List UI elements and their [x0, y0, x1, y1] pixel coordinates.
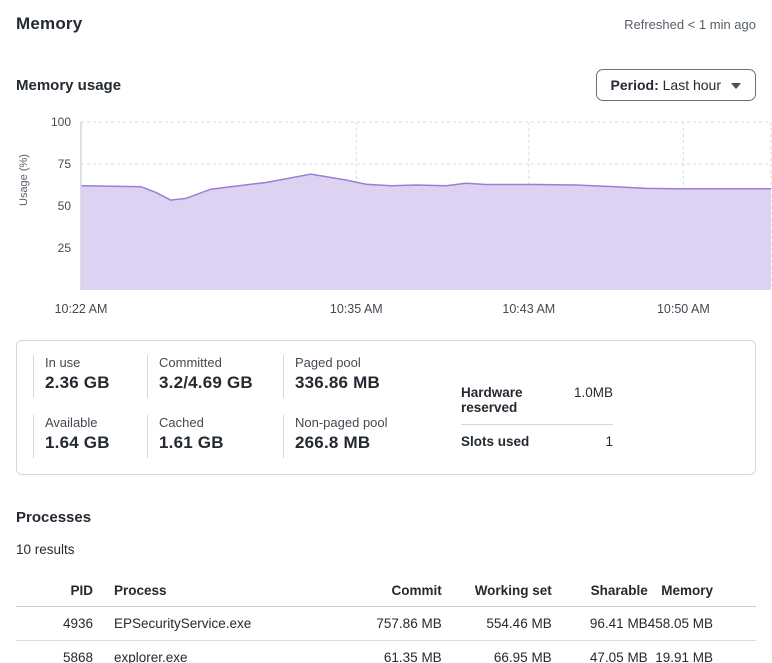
cell-working-set: 554.46 MB [442, 607, 552, 641]
x-tick-label: 10:50 AM [657, 302, 710, 316]
stat-value: 1.61 GB [159, 433, 283, 453]
results-count: 10 results [16, 542, 756, 557]
column-header-process[interactable]: Process [93, 575, 312, 607]
column-header-sharable[interactable]: Sharable [552, 575, 648, 607]
period-dropdown-text: Period: Last hour [611, 77, 722, 93]
chevron-down-icon [731, 83, 741, 89]
column-header-pid[interactable]: PID [16, 575, 93, 607]
stat-label: Cached [159, 415, 283, 430]
hw-row-value: 1 [605, 434, 613, 449]
memory-usage-chart: Usage (%) 255075100 10:22 AM10:35 AM10:4… [16, 122, 756, 322]
memory-page: Memory Refreshed < 1 min ago Memory usag… [0, 0, 772, 663]
period-label: Period: [611, 77, 659, 93]
table-row[interactable]: 4936 EPSecurityService.exe 757.86 MB 554… [16, 607, 756, 641]
column-header-commit[interactable]: Commit [312, 575, 442, 607]
stat-label: Non-paged pool [295, 415, 443, 430]
y-tick-label: 75 [31, 157, 71, 171]
usage-chart-svg [81, 122, 771, 290]
memory-usage-title: Memory usage [16, 77, 121, 94]
processes-title: Processes [16, 509, 756, 526]
cell-process: explorer.exe [93, 641, 312, 663]
y-axis-title: Usage (%) [18, 154, 30, 206]
cell-sharable: 96.41 MB [552, 607, 648, 641]
stat-value: 3.2/4.69 GB [159, 373, 283, 393]
cell-pid: 5868 [16, 641, 93, 663]
cell-working-set: 66.95 MB [442, 641, 552, 663]
stat-non-paged-pool: Non-paged pool 266.8 MB [283, 415, 443, 458]
hw-row-value: 1.0MB [574, 385, 613, 415]
hardware-reserved-table: Hardware reserved 1.0MB Slots used 1 [461, 379, 613, 458]
stat-label: Committed [159, 355, 283, 370]
hw-row-label: Hardware reserved [461, 385, 574, 415]
cell-memory: 19.91 MB [648, 641, 756, 663]
stat-label: Paged pool [295, 355, 443, 370]
y-tick-label: 100 [31, 115, 71, 129]
stat-value: 336.86 MB [295, 373, 443, 393]
page-title: Memory [16, 14, 82, 34]
stat-label: Available [45, 415, 147, 430]
memory-stats-panel: In use 2.36 GB Committed 3.2/4.69 GB Pag… [16, 340, 756, 475]
stat-cached: Cached 1.61 GB [147, 415, 283, 458]
x-tick-label: 10:35 AM [330, 302, 383, 316]
table-header-row: PID Process Commit Working set Sharable … [16, 575, 756, 607]
x-tick-label: 10:22 AM [55, 302, 108, 316]
memory-usage-section-header: Memory usage Period: Last hour [16, 68, 756, 102]
hw-row-label: Slots used [461, 434, 529, 449]
stat-label: In use [45, 355, 147, 370]
stats-grid: In use 2.36 GB Committed 3.2/4.69 GB Pag… [33, 355, 443, 458]
usage-area [81, 174, 771, 290]
stat-value: 1.64 GB [45, 433, 147, 453]
chart-plot-area: 255075100 10:22 AM10:35 AM10:43 AM10:50 … [81, 122, 771, 290]
stat-value: 266.8 MB [295, 433, 443, 453]
cell-process: EPSecurityService.exe [93, 607, 312, 641]
y-tick-label: 25 [31, 241, 71, 255]
stat-committed: Committed 3.2/4.69 GB [147, 355, 283, 398]
stat-paged-pool: Paged pool 336.86 MB [283, 355, 443, 398]
cell-pid: 4936 [16, 607, 93, 641]
column-header-working-set[interactable]: Working set [442, 575, 552, 607]
slots-used-row: Slots used 1 [461, 424, 613, 458]
cell-commit: 61.35 MB [312, 641, 442, 663]
page-header: Memory Refreshed < 1 min ago [16, 0, 756, 34]
cell-commit: 757.86 MB [312, 607, 442, 641]
stat-available: Available 1.64 GB [33, 415, 147, 458]
cell-sharable: 47.05 MB [552, 641, 648, 663]
processes-table: PID Process Commit Working set Sharable … [16, 575, 756, 663]
refreshed-status: Refreshed < 1 min ago [624, 17, 756, 32]
y-tick-label: 50 [31, 199, 71, 213]
hardware-reserved-row: Hardware reserved 1.0MB [461, 379, 613, 424]
column-header-memory[interactable]: Memory [648, 575, 756, 607]
stat-value: 2.36 GB [45, 373, 147, 393]
period-dropdown[interactable]: Period: Last hour [596, 69, 757, 101]
table-row[interactable]: 5868 explorer.exe 61.35 MB 66.95 MB 47.0… [16, 641, 756, 663]
stat-in-use: In use 2.36 GB [33, 355, 147, 398]
cell-memory: 458.05 MB [648, 607, 756, 641]
period-value: Last hour [663, 77, 721, 93]
x-tick-label: 10:43 AM [502, 302, 555, 316]
